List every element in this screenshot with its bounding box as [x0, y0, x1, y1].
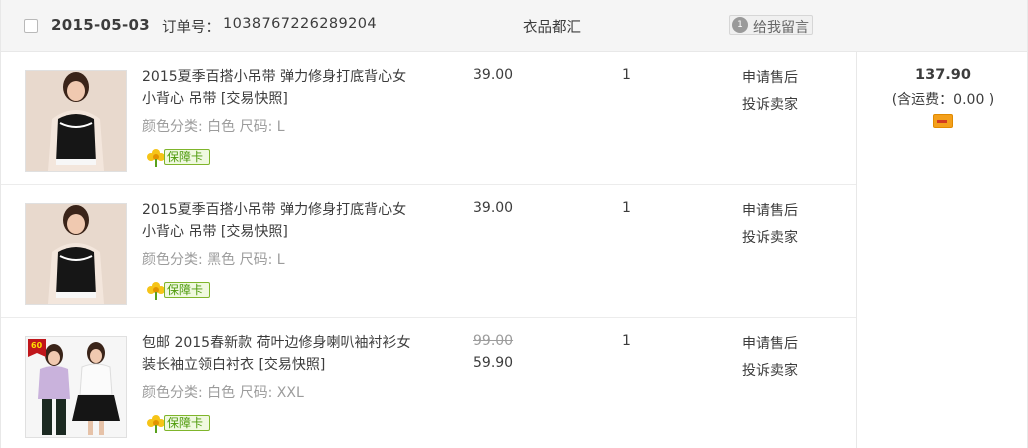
order-number: 1038767226289204: [223, 16, 378, 32]
order-summary: 137.90 (含运费：0.00 ): [856, 52, 1028, 448]
product-sku: 颜色分类: 黑色 尺码: L: [142, 252, 285, 268]
product-title-link[interactable]: 2015夏季百搭小吊带 弹力修身打底背心女 小背心 吊带 [交易快照]: [142, 66, 417, 110]
product-thumbnail[interactable]: 60: [25, 336, 127, 438]
product-title-link[interactable]: 包邮 2015春新款 荷叶边修身喇叭袖衬衫女装长袖立领白衬衣 [交易快照]: [142, 332, 417, 376]
order-date: 2015-05-03: [51, 16, 150, 34]
guarantee-badge-label: 保障卡: [164, 149, 210, 165]
order-header: 2015-05-03 订单号： 1038767226289204 衣品都汇 1 …: [1, 0, 1027, 52]
original-price: 99.00: [473, 333, 514, 349]
product-image-black-white-camisole: [26, 71, 126, 171]
after-sales-link[interactable]: 申请售后: [742, 333, 798, 353]
credit-card-icon[interactable]: [933, 114, 953, 128]
guarantee-badge-label: 保障卡: [164, 282, 210, 298]
complain-seller-link[interactable]: 投诉卖家: [742, 227, 798, 247]
product-sku: 颜色分类: 白色 尺码: XXL: [142, 385, 304, 401]
order-items: 2015夏季百搭小吊带 弹力修身打底背心女 小背心 吊带 [交易快照] 颜色分类…: [1, 52, 856, 448]
product-image-ruffle-shirt: [26, 337, 126, 437]
order-card: 2015-05-03 订单号： 1038767226289204 衣品都汇 1 …: [0, 0, 1028, 448]
quantity: 1: [622, 67, 631, 83]
unit-price: 59.90: [473, 355, 514, 371]
order-item-row: 2015夏季百搭小吊带 弹力修身打底背心女 小背心 吊带 [交易快照] 颜色分类…: [1, 52, 856, 185]
flower-icon: [147, 149, 165, 167]
leave-message-button[interactable]: 1 给我留言: [729, 15, 813, 36]
product-thumbnail[interactable]: [25, 203, 127, 305]
unit-price: 39.00: [473, 200, 514, 216]
after-sales-link[interactable]: 申请售后: [742, 67, 798, 87]
quantity: 1: [622, 333, 631, 349]
after-sales-link[interactable]: 申请售后: [742, 200, 798, 220]
order-item-row: 60 包邮 2015春新款 荷叶边修身喇叭袖衬衫女装长袖立领白衬衣 [交易快照]…: [1, 318, 856, 448]
guarantee-badge-label: 保障卡: [164, 415, 210, 431]
order-item-row: 2015夏季百搭小吊带 弹力修身打底背心女 小背心 吊带 [交易快照] 颜色分类…: [1, 185, 856, 318]
quantity: 1: [622, 200, 631, 216]
product-thumbnail[interactable]: [25, 70, 127, 172]
flower-icon: [147, 415, 165, 433]
product-image-black-camisole: [26, 204, 126, 304]
unit-price: 39.00: [473, 67, 514, 83]
order-number-label: 订单号：: [162, 20, 220, 36]
product-title-link[interactable]: 2015夏季百搭小吊带 弹力修身打底背心女 小背心 吊带 [交易快照]: [142, 199, 417, 243]
shipping-fee: (含运费：0.00 ): [891, 92, 995, 108]
product-sku: 颜色分类: 白色 尺码: L: [142, 119, 285, 135]
flower-icon: [147, 282, 165, 300]
complain-seller-link[interactable]: 投诉卖家: [742, 360, 798, 380]
order-total: 137.90: [915, 67, 971, 83]
thumbnail-promo-badge: 60: [31, 341, 43, 350]
shop-name-link[interactable]: 衣品都汇: [523, 16, 581, 37]
message-count-icon: 1: [732, 17, 748, 33]
order-select-checkbox[interactable]: [24, 19, 38, 33]
leave-message-label: 给我留言: [753, 20, 809, 36]
complain-seller-link[interactable]: 投诉卖家: [742, 94, 798, 114]
